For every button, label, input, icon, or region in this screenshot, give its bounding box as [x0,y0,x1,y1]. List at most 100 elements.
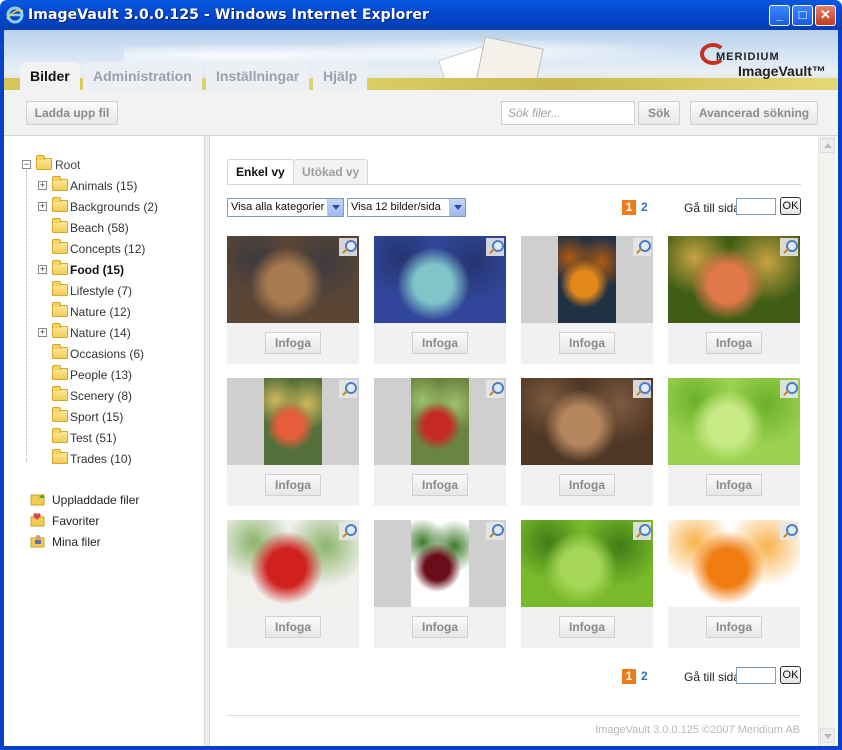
tree-item-label: Sport (15) [70,410,124,424]
insert-button[interactable]: Infoga [265,474,321,496]
insert-button[interactable]: Infoga [265,332,321,354]
favorites-label: Favoriter [52,514,100,528]
magnifier-icon[interactable] [780,522,798,540]
goto-page-label: Gå till sida [684,201,741,215]
advanced-search-button[interactable]: Avancerad sökning [690,101,818,125]
goto-page-input[interactable] [736,667,776,684]
tree-item[interactable]: + Nature (14) [38,323,188,343]
goto-ok-button[interactable]: OK [780,197,801,215]
tree-item-label: Scenery (8) [70,389,133,403]
page-link-2[interactable]: 2 [641,200,648,215]
expand-icon[interactable]: + [38,202,47,211]
magnifier-icon[interactable] [486,380,504,398]
vertical-scrollbar[interactable] [818,136,835,746]
image-thumbnail-card: Infoga [227,236,359,364]
page-link-2[interactable]: 2 [641,669,648,684]
tree-item[interactable]: Trades (10) [38,449,188,469]
insert-button[interactable]: Infoga [412,474,468,496]
goto-ok-button[interactable]: OK [780,666,801,684]
internet-explorer-icon [6,6,24,24]
window-title: ImageVault 3.0.0.125 - Windows Internet … [28,7,429,23]
category-select[interactable]: Visa alla kategorier [227,198,344,217]
magnifier-icon[interactable] [486,238,504,256]
thumbnail-picture [411,378,469,465]
insert-button[interactable]: Infoga [412,616,468,638]
tree-item[interactable]: + Backgrounds (2) [38,197,188,217]
insert-button[interactable]: Infoga [265,616,321,638]
goto-page-input[interactable] [736,198,776,215]
folder-icon [52,176,68,191]
tree-item-label: Food (15) [70,263,124,277]
insert-button[interactable]: Infoga [706,474,762,496]
insert-button[interactable]: Infoga [706,332,762,354]
insert-button[interactable]: Infoga [412,332,468,354]
magnifier-icon[interactable] [633,238,651,256]
folder-icon [52,239,68,254]
tree-item-label: Trades (10) [70,452,132,466]
insert-button[interactable]: Infoga [559,616,615,638]
magnifier-icon[interactable] [339,522,357,540]
tab-bilder[interactable]: Bilder [20,62,80,91]
expand-icon[interactable]: + [38,265,47,274]
tree-item-label: Animals (15) [70,179,138,193]
tree-item[interactable]: Test (51) [38,428,188,448]
image-thumbnail-card: Infoga [521,236,653,364]
tree-item[interactable]: Lifestyle (7) [38,281,188,301]
insert-button[interactable]: Infoga [559,332,615,354]
uploaded-files-icon [30,494,45,506]
tree-item[interactable]: + Animals (15) [38,176,188,196]
image-thumbnail-card: Infoga [227,520,359,648]
magnifier-icon[interactable] [339,380,357,398]
pager-bottom: 1 2 [622,669,662,685]
my-files-icon [30,535,45,548]
tree-item-label: Nature (12) [70,305,131,319]
magnifier-icon[interactable] [780,238,798,256]
magnifier-icon[interactable] [486,522,504,540]
folder-icon [52,302,68,317]
tree-item[interactable]: + Food (15) [38,260,188,280]
magnifier-icon[interactable] [633,380,651,398]
search-button[interactable]: Sök [638,101,680,125]
chevron-down-icon [449,199,465,216]
tree-item[interactable]: Occasions (6) [38,344,188,364]
maximize-button[interactable]: □ [792,5,813,26]
scroll-up-arrow-icon[interactable] [820,138,835,153]
tree-root[interactable]: − Root [22,155,182,175]
per-page-select[interactable]: Visa 12 bilder/sida [347,198,466,217]
folder-icon [52,428,68,443]
magnifier-icon[interactable] [633,522,651,540]
image-thumbnail-card: Infoga [668,236,800,364]
logo-brand: MERIDIUM [716,51,780,63]
tree-item[interactable]: People (13) [38,365,188,385]
tree-item[interactable]: Sport (15) [38,407,188,427]
uploaded-files-label: Uppladdade filer [52,493,140,507]
tree-item[interactable]: Beach (58) [38,218,188,238]
folder-icon [52,260,68,275]
minimize-button[interactable]: _ [769,5,790,26]
insert-button[interactable]: Infoga [706,616,762,638]
collapse-icon[interactable]: − [22,160,31,169]
magnifier-icon[interactable] [339,238,357,256]
tab-administration[interactable]: Administration [83,62,202,90]
magnifier-icon[interactable] [780,380,798,398]
expand-icon[interactable]: + [38,181,47,190]
insert-button[interactable]: Infoga [559,474,615,496]
tab-extended-view[interactable]: Utökad vy [293,159,369,184]
tab-simple-view[interactable]: Enkel vy [227,159,294,184]
folder-icon [52,218,68,233]
tree-item[interactable]: Concepts (12) [38,239,188,259]
goto-page-label: Gå till sida [684,670,741,684]
tree-item[interactable]: Scenery (8) [38,386,188,406]
thumbnail-picture [558,236,616,323]
tree-item-label: People (13) [70,368,133,382]
upload-file-button[interactable]: Ladda upp fil [26,101,118,125]
tab-installningar[interactable]: Inställningar [206,62,310,90]
scroll-down-arrow-icon[interactable] [820,728,835,743]
close-button[interactable]: ✕ [815,5,836,26]
tree-item[interactable]: Nature (12) [38,302,188,322]
image-thumbnail-card: Infoga [374,378,506,506]
window-titlebar: ImageVault 3.0.0.125 - Windows Internet … [0,0,842,30]
expand-icon[interactable]: + [38,328,47,337]
search-input[interactable] [501,101,635,125]
tab-hjalp[interactable]: Hjälp [313,62,368,90]
